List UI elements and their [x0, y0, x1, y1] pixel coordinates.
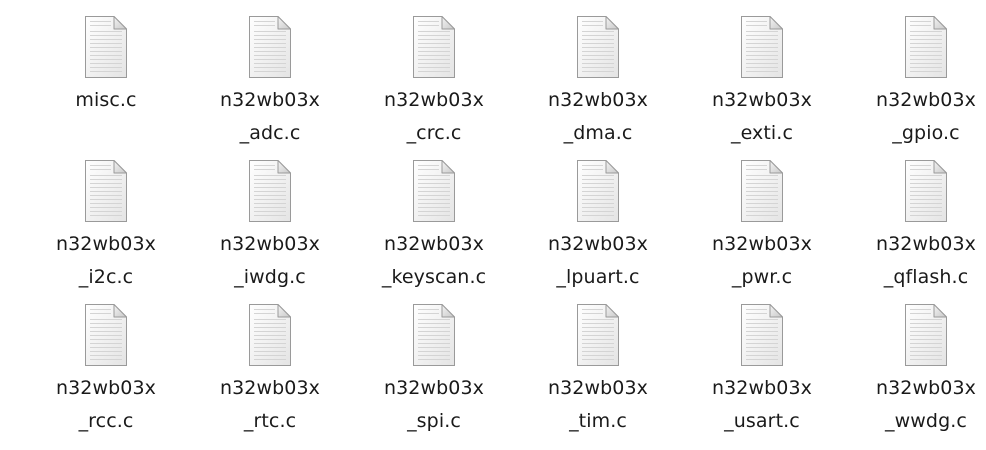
file-item[interactable]: n32wb03x _pwr.c: [680, 154, 844, 298]
file-item[interactable]: n32wb03x _wwdg.c: [844, 298, 986, 442]
file-name-line-2: _rcc.c: [78, 410, 134, 432]
file-name-line-2: _crc.c: [406, 122, 462, 144]
file-name-line-1: n32wb03x: [547, 233, 649, 255]
text-file-icon: [413, 304, 455, 366]
file-name-line-1: n32wb03x: [875, 377, 977, 399]
file-item[interactable]: n32wb03x _exti.c: [680, 10, 844, 154]
file-name-label: n32wb03x _crc.c: [352, 84, 516, 150]
file-name-line-2: _lpuart.c: [556, 266, 640, 288]
file-name-line-2: _adc.c: [239, 122, 301, 144]
file-item[interactable]: n32wb03x _rcc.c: [24, 298, 188, 442]
file-item[interactable]: n32wb03x _dma.c: [516, 10, 680, 154]
file-name-label: n32wb03x _usart.c: [680, 372, 844, 438]
file-name-line-2: _tim.c: [569, 410, 627, 432]
text-file-icon: [741, 304, 783, 366]
file-item[interactable]: n32wb03x _iwdg.c: [188, 154, 352, 298]
file-name-label: n32wb03x _spi.c: [352, 372, 516, 438]
file-name-line-2: _exti.c: [730, 122, 793, 144]
file-name-line-2: _spi.c: [407, 410, 461, 432]
text-file-icon: [249, 304, 291, 366]
file-name-label: n32wb03x _pwr.c: [680, 228, 844, 294]
file-item[interactable]: n32wb03x _qflash.c: [844, 154, 986, 298]
file-name-line-1: n32wb03x: [547, 89, 649, 111]
text-file-icon: [905, 304, 947, 366]
text-file-icon: [85, 304, 127, 366]
file-item[interactable]: n32wb03x _rtc.c: [188, 298, 352, 442]
text-file-icon: [413, 160, 455, 222]
file-name-line-1: n32wb03x: [383, 377, 485, 399]
file-name-line-1: misc.c: [75, 89, 137, 111]
file-name-line-2: _gpio.c: [892, 122, 960, 144]
text-file-icon: [741, 160, 783, 222]
file-name-line-1: n32wb03x: [711, 377, 813, 399]
file-name-line-2: _usart.c: [724, 410, 800, 432]
text-file-icon: [413, 16, 455, 78]
text-file-icon: [249, 16, 291, 78]
file-name-label: misc.c: [24, 84, 188, 117]
file-item[interactable]: n32wb03x _usart.c: [680, 298, 844, 442]
file-name-label: n32wb03x _wwdg.c: [844, 372, 986, 438]
file-name-line-2: _qflash.c: [883, 266, 969, 288]
text-file-icon: [249, 160, 291, 222]
file-item[interactable]: misc.c: [24, 10, 188, 154]
file-name-line-1: n32wb03x: [875, 89, 977, 111]
file-name-line-2: _i2c.c: [78, 266, 134, 288]
file-name-line-1: n32wb03x: [383, 233, 485, 255]
file-name-label: n32wb03x _keyscan.c: [352, 228, 516, 294]
file-item[interactable]: n32wb03x _gpio.c: [844, 10, 986, 154]
text-file-icon: [905, 160, 947, 222]
file-name-line-1: n32wb03x: [383, 89, 485, 111]
file-name-label: n32wb03x _iwdg.c: [188, 228, 352, 294]
file-name-line-1: n32wb03x: [55, 233, 157, 255]
text-file-icon: [741, 16, 783, 78]
file-name-label: n32wb03x _rcc.c: [24, 372, 188, 438]
file-name-line-1: n32wb03x: [219, 233, 321, 255]
file-item[interactable]: n32wb03x _crc.c: [352, 10, 516, 154]
file-name-label: n32wb03x _i2c.c: [24, 228, 188, 294]
file-name-label: n32wb03x _rtc.c: [188, 372, 352, 438]
text-file-icon: [577, 16, 619, 78]
file-name-line-2: _wwdg.c: [885, 410, 967, 432]
file-item[interactable]: n32wb03x _lpuart.c: [516, 154, 680, 298]
file-item[interactable]: n32wb03x _i2c.c: [24, 154, 188, 298]
file-item[interactable]: n32wb03x _tim.c: [516, 298, 680, 442]
file-name-label: n32wb03x _dma.c: [516, 84, 680, 150]
file-item[interactable]: n32wb03x _adc.c: [188, 10, 352, 154]
file-name-line-1: n32wb03x: [711, 89, 813, 111]
file-name-line-2: _dma.c: [563, 122, 633, 144]
file-name-label: n32wb03x _exti.c: [680, 84, 844, 150]
file-grid: misc.c n32wb03x _adc.c n32wb03x _crc.c n…: [24, 10, 986, 442]
file-name-line-1: n32wb03x: [219, 89, 321, 111]
file-name-label: n32wb03x _adc.c: [188, 84, 352, 150]
text-file-icon: [905, 16, 947, 78]
file-name-line-1: n32wb03x: [875, 233, 977, 255]
file-name-label: n32wb03x _qflash.c: [844, 228, 986, 294]
file-name-label: n32wb03x _tim.c: [516, 372, 680, 438]
file-item[interactable]: n32wb03x _spi.c: [352, 298, 516, 442]
file-name-line-1: n32wb03x: [219, 377, 321, 399]
text-file-icon: [85, 160, 127, 222]
file-name-line-1: n32wb03x: [711, 233, 813, 255]
file-name-line-2: _pwr.c: [731, 266, 793, 288]
file-name-line-2: _iwdg.c: [234, 266, 306, 288]
file-name-line-2: _rtc.c: [243, 410, 297, 432]
file-name-line-1: n32wb03x: [55, 377, 157, 399]
text-file-icon: [577, 160, 619, 222]
file-item[interactable]: n32wb03x _keyscan.c: [352, 154, 516, 298]
file-name-line-1: n32wb03x: [547, 377, 649, 399]
file-name-label: n32wb03x _lpuart.c: [516, 228, 680, 294]
file-name-line-2: _keyscan.c: [381, 266, 487, 288]
file-name-label: n32wb03x _gpio.c: [844, 84, 986, 150]
file-view-pane: misc.c n32wb03x _adc.c n32wb03x _crc.c n…: [0, 0, 986, 450]
text-file-icon: [85, 16, 127, 78]
text-file-icon: [577, 304, 619, 366]
